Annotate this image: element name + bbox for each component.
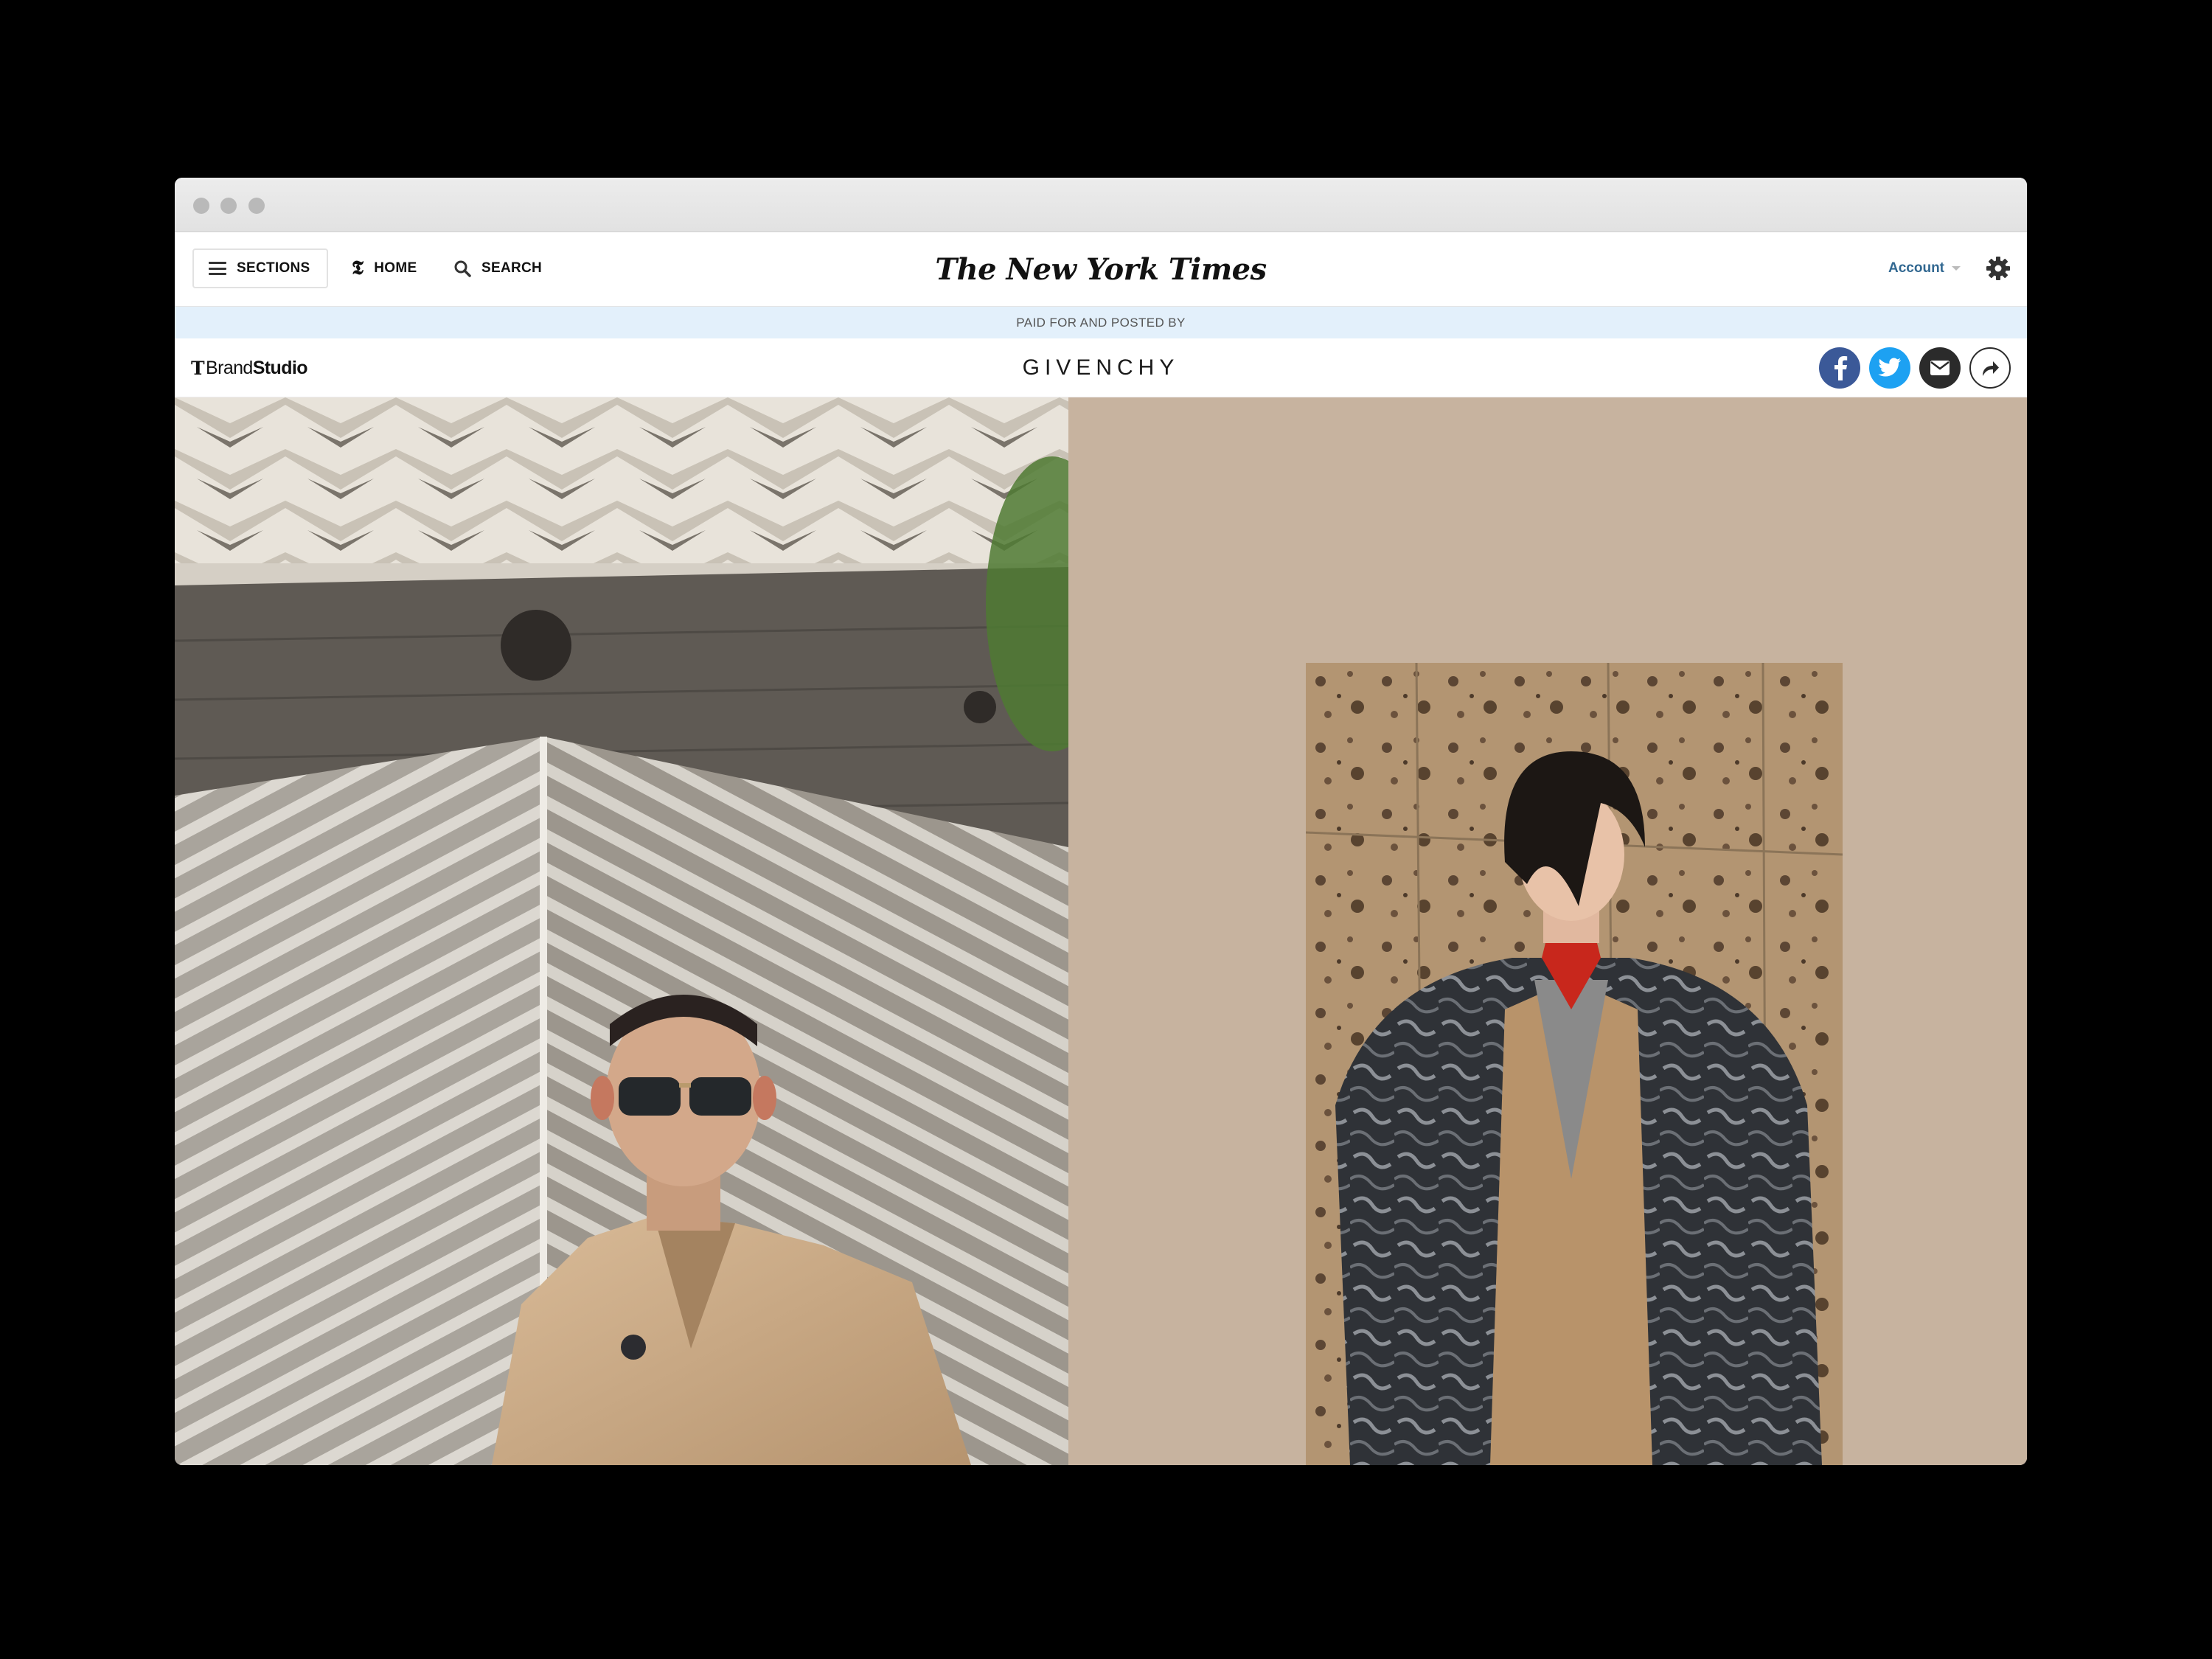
hero-photo-right [1306,663,1843,1465]
home-button[interactable]: 𝕿 HOME [352,248,417,288]
email-share-button[interactable] [1919,347,1961,389]
search-button[interactable]: SEARCH [453,248,542,288]
share-arrow-icon [1983,361,1999,376]
paid-for-label: PAID FOR AND POSTED BY [1016,315,1186,330]
search-label: SEARCH [481,260,543,276]
account-menu[interactable]: Account [1888,248,1961,288]
facebook-share-button[interactable] [1819,347,1860,389]
brand-bar: T Brand Studio GIVENCHY [175,338,2027,397]
browser-window: SECTIONS 𝕿 HOME SEARCH The New York Time… [175,178,2027,1465]
article-hero [175,397,2027,1465]
brandstudio-t: T [191,357,205,379]
facebook-icon [1834,356,1848,380]
brandstudio-logo[interactable]: T Brand Studio [191,338,308,397]
nyt-masthead: SECTIONS 𝕿 HOME SEARCH The New York Time… [175,232,2027,307]
search-icon [454,260,471,277]
hero-panel-right [1068,397,2027,1465]
more-share-button[interactable] [1969,347,2011,389]
home-label: HOME [374,260,417,276]
brandstudio-brand: Brand [206,357,253,378]
twitter-share-button[interactable] [1869,347,1910,389]
email-icon [1930,361,1950,375]
account-label: Account [1888,260,1944,276]
close-window-button[interactable] [193,198,209,214]
chevron-down-icon [1952,266,1961,271]
brandstudio-studio: Studio [252,357,308,378]
sections-button[interactable]: SECTIONS [192,248,328,288]
photo-model-sunglasses [175,397,1068,1465]
hamburger-icon [209,262,226,275]
minimize-window-button[interactable] [220,198,237,214]
browser-titlebar [175,178,2027,232]
sections-label: SECTIONS [237,260,310,276]
maximize-window-button[interactable] [248,198,265,214]
share-buttons [1819,347,2011,389]
sponsor-strip: PAID FOR AND POSTED BY [175,307,2027,338]
gear-icon[interactable] [1986,256,2011,281]
nyt-logo[interactable]: The New York Times [935,252,1267,287]
photo-model-fur-coat [1306,663,1843,1465]
nyt-t-icon: 𝕿 [352,257,364,279]
hero-photo-left [175,397,1068,1465]
twitter-icon [1878,358,1902,377]
advertiser-logo[interactable]: GIVENCHY [1023,355,1180,380]
